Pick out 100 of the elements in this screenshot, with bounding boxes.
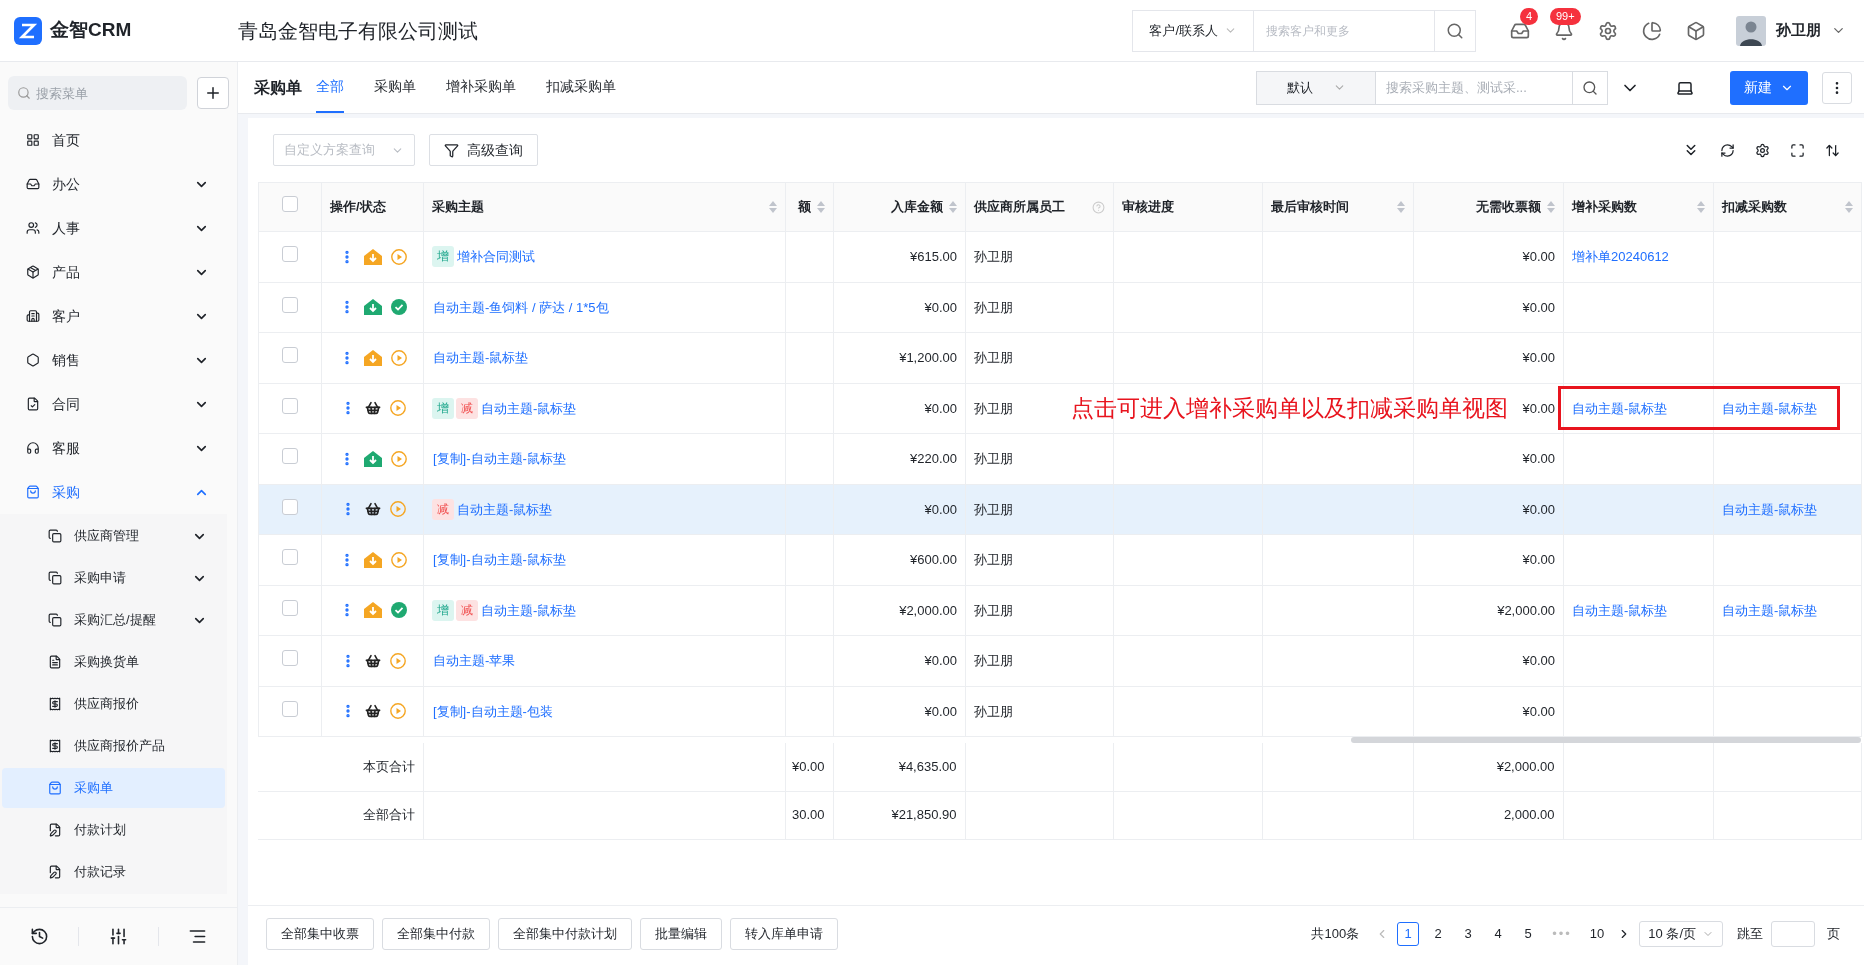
bulk-action-button[interactable]: 批量编辑 <box>640 917 722 950</box>
submenu-item[interactable]: 供应商管理 <box>2 516 225 556</box>
menu-item[interactable]: 合同 <box>0 382 237 426</box>
menu-item[interactable]: 产品 <box>0 250 237 294</box>
submenu-item[interactable]: 采购单 <box>2 768 225 808</box>
page-button[interactable]: 5 <box>1517 921 1540 946</box>
page-button[interactable]: 10 <box>1584 921 1610 946</box>
history-icon[interactable] <box>29 927 49 946</box>
table-row[interactable]: 增 减 自动主题-鼠标垫 ¥2,000.00 孙卫朋 ¥2,000.00 自动主题-鼠标垫 自动主题-鼠标垫 <box>258 585 1862 636</box>
submenu-item[interactable]: 采购申请 <box>2 558 225 598</box>
page-button[interactable]: 2 <box>1427 921 1450 946</box>
page-size-dropdown[interactable]: 10 条/页 <box>1639 920 1723 947</box>
checkbox[interactable] <box>282 347 298 363</box>
column-header[interactable]: 审核进度 <box>1113 182 1263 232</box>
bulk-action-button[interactable]: 全部集中付款计划 <box>498 917 632 950</box>
column-header[interactable]: 扣减采购数 <box>1713 182 1862 232</box>
checkbox[interactable] <box>282 196 298 213</box>
table-row[interactable]: 减 自动主题-鼠标垫 ¥0.00 孙卫朋 ¥0.00 自动主题-鼠标垫 <box>258 484 1862 535</box>
tab[interactable]: 全部 <box>316 62 344 113</box>
column-header[interactable]: 增补采购数 <box>1563 182 1714 232</box>
table-row[interactable]: [复制]-自动主题-包装 ¥0.00 孙卫朋 ¥0.00 <box>258 686 1862 737</box>
scrollbar[interactable] <box>1351 737 1861 743</box>
menu-item[interactable]: 人事 <box>0 206 237 250</box>
menu-item[interactable]: 采购 <box>0 470 237 514</box>
column-header[interactable]: 最后审核时间 <box>1262 182 1414 232</box>
pie-chart-icon[interactable] <box>1642 20 1662 41</box>
checkbox[interactable] <box>282 246 298 262</box>
column-header[interactable]: 采购主题 <box>423 182 786 232</box>
bulk-action-button[interactable]: 全部集中收票 <box>266 917 374 950</box>
column-header[interactable]: 入库金额 <box>833 182 966 232</box>
page-button[interactable]: 4 <box>1487 921 1510 946</box>
subject-link[interactable]: 自动主题-鼠标垫 <box>457 499 553 519</box>
checkbox[interactable] <box>282 599 298 616</box>
new-button[interactable]: 新建 <box>1730 70 1808 105</box>
add-button[interactable] <box>197 77 229 109</box>
order-link[interactable]: 增补单20240612 <box>1572 249 1669 264</box>
avatar[interactable] <box>1736 15 1766 46</box>
view-dropdown[interactable]: 默认 <box>1256 70 1376 105</box>
bulk-action-button[interactable]: 转入库单申请 <box>730 917 838 950</box>
collapse-icon[interactable] <box>188 927 208 946</box>
sliders-icon[interactable] <box>109 927 128 946</box>
subject-link[interactable]: 自动主题-鱼饲料 / 萨达 / 1*5包 <box>433 297 609 317</box>
list-search-field[interactable]: 搜索采购主题、测试采... <box>1376 70 1572 105</box>
settings-icon[interactable] <box>1755 142 1770 158</box>
search-scope-dropdown[interactable]: 客户/联系人 <box>1132 9 1254 52</box>
subject-link[interactable]: [复制]-自动主题-鼠标垫 <box>433 449 566 469</box>
submenu-item[interactable]: 付款记录 <box>2 852 225 892</box>
tab[interactable]: 增补采购单 <box>446 62 516 113</box>
menu-search-field[interactable]: 搜索菜单 <box>8 76 187 110</box>
submenu-item[interactable]: 付款计划 <box>2 810 225 850</box>
checkbox[interactable] <box>282 549 298 565</box>
column-header[interactable]: 供应商所属员工 <box>965 182 1114 232</box>
column-header[interactable]: 额 <box>785 182 834 232</box>
order-link[interactable]: 自动主题-鼠标垫 <box>1572 602 1668 618</box>
page-button[interactable]: 1 <box>1397 921 1420 946</box>
refresh-icon[interactable] <box>1720 142 1735 158</box>
checkbox[interactable] <box>282 498 298 515</box>
page-number-field[interactable] <box>1771 920 1815 947</box>
submenu-item[interactable]: 采购换货单 <box>2 642 225 682</box>
submenu-item[interactable]: 供应商报价产品 <box>2 726 225 766</box>
checkbox[interactable] <box>282 296 298 313</box>
submenu-item[interactable]: 供应商报价 <box>2 684 225 724</box>
vertical-arrows-icon[interactable] <box>1825 142 1840 158</box>
fullscreen-icon[interactable] <box>1790 142 1805 158</box>
subject-link[interactable]: 自动主题-苹果 <box>433 651 516 671</box>
column-header[interactable]: 无需收票额 <box>1413 182 1564 232</box>
subject-link[interactable]: 自动主题-鼠标垫 <box>433 348 529 368</box>
checkbox[interactable] <box>282 397 298 414</box>
menu-item[interactable]: 客户 <box>0 294 237 338</box>
table-row[interactable]: 自动主题-苹果 ¥0.00 孙卫朋 ¥0.00 <box>258 635 1862 686</box>
checkbox[interactable] <box>282 700 298 717</box>
order-link[interactable]: 自动主题-鼠标垫 <box>1572 400 1668 416</box>
table-row[interactable]: [复制]-自动主题-鼠标垫 ¥600.00 孙卫朋 ¥0.00 <box>258 534 1862 585</box>
tab[interactable]: 采购单 <box>374 62 416 113</box>
checkbox[interactable] <box>282 448 298 464</box>
table-row[interactable]: 增 增补合同测试 ¥615.00 孙卫朋 ¥0.00 增补单20240612 <box>258 231 1862 282</box>
subject-link[interactable]: 自动主题-鼠标垫 <box>481 398 577 418</box>
column-header[interactable]: 操作/状态 <box>321 182 424 232</box>
tab[interactable]: 扣减采购单 <box>546 62 616 113</box>
table-row[interactable]: 增 减 自动主题-鼠标垫 ¥0.00 孙卫朋 点击可进入增补采购单以及扣减采购单视图 ¥0.00 自动主题-鼠标垫 自动主题-鼠标垫 <box>258 383 1862 434</box>
advanced-query-button[interactable]: 高级查询 <box>429 134 538 166</box>
menu-item[interactable]: 首页 <box>0 118 237 162</box>
subject-link[interactable]: 自动主题-鼠标垫 <box>481 600 577 620</box>
cube-icon[interactable] <box>1686 20 1706 41</box>
submenu-item[interactable]: 采购汇总/提醒 <box>2 600 225 640</box>
global-search-field[interactable]: 搜索客户和更多 <box>1254 9 1434 52</box>
subject-link[interactable]: 增补合同测试 <box>457 247 535 267</box>
bulk-action-button[interactable]: 全部集中付款 <box>382 917 490 950</box>
subject-link[interactable]: [复制]-自动主题-包装 <box>433 701 553 721</box>
menu-item[interactable]: 办公 <box>0 162 237 206</box>
table-row[interactable]: 自动主题-鱼饲料 / 萨达 / 1*5包 ¥0.00 孙卫朋 ¥0.00 <box>258 282 1862 333</box>
menu-item[interactable]: 客服 <box>0 426 237 470</box>
search-button[interactable] <box>1434 9 1476 52</box>
search-button[interactable] <box>1572 70 1608 105</box>
menu-item[interactable]: 销售 <box>0 338 237 382</box>
table-row[interactable]: 自动主题-鼠标垫 ¥1,200.00 孙卫朋 ¥0.00 <box>258 332 1862 383</box>
page-button[interactable]: 3 <box>1457 921 1480 946</box>
table-row[interactable]: [复制]-自动主题-鼠标垫 ¥220.00 孙卫朋 ¥0.00 <box>258 433 1862 484</box>
user-name[interactable]: 孙卫朋 <box>1776 19 1821 42</box>
subject-link[interactable]: [复制]-自动主题-鼠标垫 <box>433 550 566 570</box>
